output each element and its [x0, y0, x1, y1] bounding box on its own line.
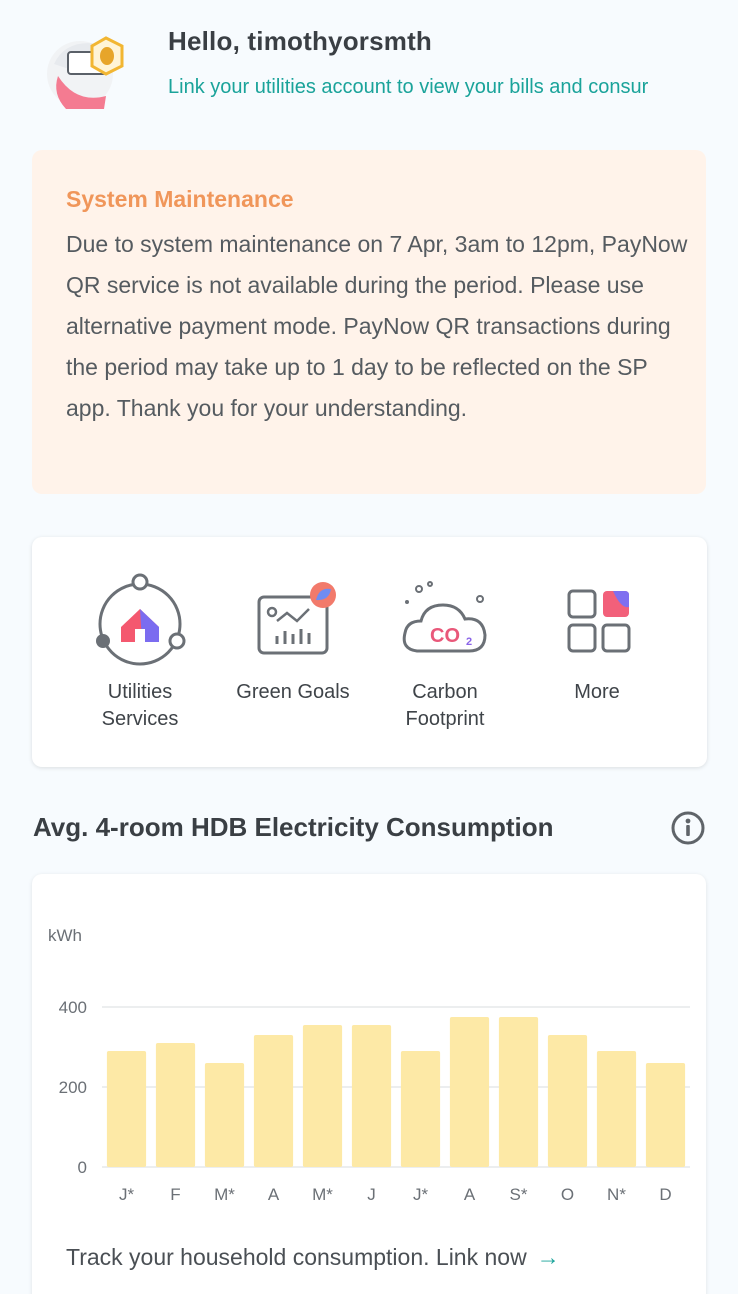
bar	[253, 1035, 294, 1167]
header: Hello, timothyorsmth Link your utilities…	[0, 0, 738, 130]
home-utilities-icon	[96, 573, 186, 666]
x-tick-label: M*	[214, 1185, 235, 1204]
grid-more-icon	[567, 589, 631, 653]
greeting-text: Hello, timothyorsmth	[168, 26, 433, 56]
bar	[106, 1051, 147, 1167]
bar	[498, 1017, 539, 1167]
y-tick-label: 200	[59, 1078, 87, 1097]
quick-services-card: Utilities Services Green Goals CO 2 Carb…	[32, 537, 707, 767]
y-tick-label: 0	[78, 1158, 87, 1177]
x-tick-label: F	[170, 1185, 180, 1204]
more-button[interactable]: More	[522, 537, 672, 767]
info-icon[interactable]	[670, 810, 706, 846]
avatar[interactable]	[46, 34, 136, 109]
svg-text:2: 2	[466, 636, 472, 648]
notice-body: Due to system maintenance on 7 Apr, 3am …	[66, 231, 688, 421]
y-axis-label: kWh	[48, 926, 82, 945]
service-label: Services	[101, 708, 179, 730]
bar	[400, 1051, 441, 1167]
carbon-footprint-button[interactable]: CO 2 Carbon Footprint	[370, 537, 520, 767]
bar	[596, 1051, 637, 1167]
bar	[645, 1063, 686, 1167]
svg-text:CO: CO	[430, 625, 460, 647]
service-label: Green Goals	[236, 681, 350, 703]
service-label: More	[574, 681, 620, 703]
bar	[547, 1035, 588, 1167]
x-tick-label: M*	[312, 1185, 333, 1204]
link-account-prompt[interactable]: Link your utilities account to view your…	[168, 76, 728, 99]
y-tick-label: 400	[59, 998, 87, 1017]
x-tick-label: D	[659, 1185, 671, 1204]
consumption-chart-card: kWh 0 200 400 J* F M* A M* J J* A S* O N* D Track your …	[32, 874, 706, 1294]
service-label: Footprint	[405, 708, 485, 730]
maintenance-notice: System Maintenance Due to system mainten…	[32, 150, 706, 494]
service-label: Carbon	[412, 681, 478, 703]
home-screen: Hello, timothyorsmth Link your utilities…	[0, 0, 738, 1294]
service-label: Utilities	[107, 681, 173, 703]
x-tick-label: J*	[413, 1185, 429, 1204]
x-tick-label: S*	[510, 1185, 528, 1204]
arrow-right-icon: →	[536, 1244, 560, 1270]
bar	[155, 1043, 196, 1167]
x-tick-label: A	[464, 1185, 476, 1204]
co2-cloud-icon: CO 2	[402, 581, 487, 653]
notice-title: System Maintenance	[66, 186, 294, 212]
bar	[302, 1025, 343, 1167]
cta-text: Track your household consumption. Link n…	[66, 1244, 527, 1270]
x-tick-label: J	[367, 1185, 376, 1204]
x-tick-label: J*	[119, 1185, 135, 1204]
avatar-illustration-icon	[47, 36, 124, 109]
link-now-cta[interactable]: Track your household consumption. Link n…	[66, 1244, 560, 1271]
x-tick-label: A	[268, 1185, 280, 1204]
x-tick-label: N*	[607, 1185, 626, 1204]
green-goals-button[interactable]: Green Goals	[218, 537, 368, 767]
green-goals-chart-icon	[257, 582, 336, 655]
consumption-section-title: Avg. 4-room HDB Electricity Consumption	[33, 812, 554, 842]
bar	[449, 1017, 490, 1167]
utilities-services-button[interactable]: Utilities Services	[65, 537, 215, 767]
bar	[204, 1063, 245, 1167]
bar	[351, 1025, 392, 1167]
consumption-bar-chart: kWh 0 200 400 J* F M* A M* J J* A S* O N* D	[48, 926, 690, 1204]
x-tick-label: O	[561, 1185, 574, 1204]
